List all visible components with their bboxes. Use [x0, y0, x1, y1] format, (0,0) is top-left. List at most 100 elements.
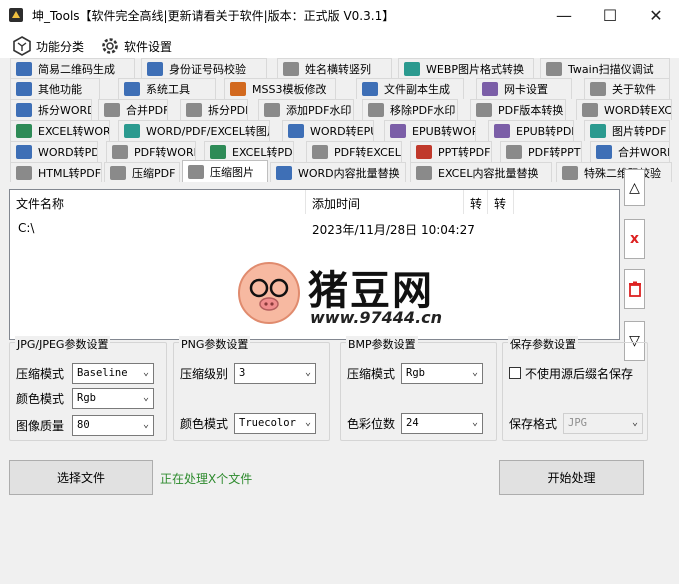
jpg-quality-label: 图像质量 [16, 419, 65, 433]
tab-label: 添加PDF水印 [286, 104, 352, 117]
close-icon: ✕ [649, 6, 663, 25]
pdf-icon [476, 103, 492, 117]
hexagon-icon [13, 36, 31, 56]
clear-list-button[interactable] [624, 269, 645, 309]
tab-image-to-pdf[interactable]: 图片转PDF [584, 120, 670, 141]
tab-pdf-version[interactable]: PDF版本转换 [470, 99, 566, 120]
tab-label: 网卡设置 [504, 83, 548, 96]
cell-time: 2023年/11月/28日 10:04:27 [312, 223, 475, 237]
chevron-down-icon: ⌄ [471, 367, 478, 378]
pdf-icon [506, 145, 522, 159]
tab-compress-image[interactable]: 压缩图片 [182, 160, 268, 182]
tab-remove-pdf-watermark[interactable]: 移除PDF水印 [362, 99, 458, 120]
tab-merge-pdf[interactable]: 合并PDF [98, 99, 168, 120]
close-button[interactable]: ✕ [633, 0, 679, 31]
save-format-select[interactable]: JPG ⌄ [563, 413, 643, 434]
select-value: Baseline [77, 367, 128, 379]
bmp-depth-select[interactable]: 24 ⌄ [401, 413, 483, 434]
minimize-button[interactable]: — [541, 0, 587, 31]
tab-other-functions[interactable]: 其他功能 [10, 78, 100, 99]
save-group-title: 保存参数设置 [508, 336, 578, 352]
word-icon [288, 124, 304, 138]
tab-word-to-pdf[interactable]: WORD转PDF [10, 141, 98, 162]
word-icon [596, 145, 612, 159]
tab-word-to-epub[interactable]: WORD转EPUB [282, 120, 374, 141]
tab-pdf-to-excel[interactable]: PDF转EXCEL [306, 141, 402, 162]
tab-label: WORD转PDF [38, 146, 97, 159]
bmp-mode-select[interactable]: Rgb ⌄ [401, 363, 483, 384]
tab-about[interactable]: 关于软件 [584, 78, 670, 99]
tab-label: 压缩PDF [132, 167, 176, 180]
maximize-button[interactable]: ☐ [587, 0, 633, 31]
tab-label: 压缩图片 [210, 166, 254, 179]
tab-epub-to-word[interactable]: EPUB转WORD [384, 120, 476, 141]
excel-icon [210, 145, 226, 159]
tab-split-word[interactable]: 拆分WORD [10, 99, 92, 120]
tab-pdf-to-ppt[interactable]: PDF转PPT [500, 141, 582, 162]
info-icon [590, 82, 606, 96]
png-color-select[interactable]: Truecolor ⌄ [234, 413, 316, 434]
tab-idcard-check[interactable]: 身份证号码校验 [141, 58, 267, 79]
move-up-button[interactable]: △ [624, 169, 645, 206]
tab-webp-convert[interactable]: WEBP图片格式转换 [398, 58, 534, 79]
tab-mss3-template[interactable]: MSS3模板修改 [224, 78, 336, 99]
tab-add-pdf-watermark[interactable]: 添加PDF水印 [258, 99, 354, 120]
tab-excel-to-pdf[interactable]: EXCEL转PDF [204, 141, 294, 162]
tab-file-copy[interactable]: 文件副本生成 [356, 78, 464, 99]
jpg-quality-select[interactable]: 80 ⌄ [72, 415, 154, 436]
column-header-convert-1[interactable]: 转 [464, 190, 488, 214]
tab-merge-word[interactable]: 合并WORD [590, 141, 670, 162]
select-files-button[interactable]: 选择文件 [9, 460, 153, 495]
bmp-group-title: BMP参数设置 [346, 336, 418, 352]
tab-label: PDF版本转换 [498, 104, 564, 117]
tab-label: 合并WORD [618, 146, 670, 159]
tab-label: 文件副本生成 [384, 83, 450, 96]
jpg-color-select[interactable]: Rgb ⌄ [72, 388, 154, 409]
menu-function-category[interactable]: 功能分类 [12, 35, 84, 57]
png-level-select[interactable]: 3 ⌄ [234, 363, 316, 384]
tab-split-pdf[interactable]: 拆分PDF [180, 99, 248, 120]
keep-extension-label[interactable]: 不使用源后缀名保存 [525, 365, 633, 382]
remove-item-button[interactable]: x [624, 219, 645, 259]
jpg-settings-group: JPG/JPEG参数设置 压缩模式 Baseline ⌄ 颜色模式 Rgb ⌄ 图像… [9, 336, 167, 441]
png-level-label: 压缩级别 [180, 367, 229, 381]
keep-extension-checkbox[interactable] [509, 367, 521, 379]
html-icon [16, 166, 32, 180]
jpg-mode-label: 压缩模式 [16, 367, 65, 381]
start-processing-button[interactable]: 开始处理 [499, 460, 644, 495]
tab-word-to-excel[interactable]: WORD转EXCEL [576, 99, 672, 120]
tab-excel-batch-replace[interactable]: EXCEL内容批量替换 [410, 162, 552, 182]
bmp-depth-label: 色彩位数 [347, 417, 396, 431]
tab-special-qrcode-check[interactable]: 特殊二维码校验 [556, 162, 672, 182]
tab-label: 图片转PDF [612, 125, 667, 138]
template-icon [230, 82, 246, 96]
tab-office-to-image[interactable]: WORD/PDF/EXCEL转图片 [118, 120, 270, 141]
tab-label: WEBP图片格式转换 [426, 63, 525, 76]
tab-twain-scanner[interactable]: Twain扫描仪调试 [540, 58, 670, 79]
convert-icon [582, 103, 598, 117]
tab-network-settings[interactable]: 网卡设置 [476, 78, 572, 99]
tab-system-tools[interactable]: 系统工具 [118, 78, 216, 99]
column-header-convert-2[interactable]: 转 [488, 190, 514, 214]
tab-word-batch-replace[interactable]: WORD内容批量替换 [270, 162, 406, 182]
tab-name-vertical[interactable]: 姓名横转竖列 [277, 58, 392, 79]
tab-excel-to-word[interactable]: EXCEL转WORD [10, 120, 110, 141]
tab-label: WORD内容批量替换 [298, 167, 400, 180]
jpg-color-label: 颜色模式 [16, 392, 65, 406]
menu-software-settings[interactable]: 软件设置 [100, 35, 172, 57]
tab-epub-to-pdf[interactable]: EPUB转PDF [488, 120, 574, 141]
tab-pdf-to-word[interactable]: PDF转WORD [106, 141, 196, 162]
trash-icon [628, 281, 641, 297]
gear-icon [102, 38, 118, 54]
column-header-time[interactable]: 添加时间 [306, 190, 464, 214]
text-icon [283, 62, 299, 76]
network-icon [482, 82, 498, 96]
tab-html-to-pdf[interactable]: HTML转PDF [10, 162, 102, 182]
tab-label: EXCEL转WORD [38, 125, 110, 138]
column-header-filename[interactable]: 文件名称 [10, 190, 306, 214]
jpg-mode-select[interactable]: Baseline ⌄ [72, 363, 154, 384]
tab-simple-qrcode[interactable]: 简易二维码生成 [10, 58, 135, 79]
tab-ppt-to-pdf[interactable]: PPT转PDF [410, 141, 492, 162]
tab-compress-pdf[interactable]: 压缩PDF [104, 162, 180, 182]
grid-icon [16, 82, 32, 96]
